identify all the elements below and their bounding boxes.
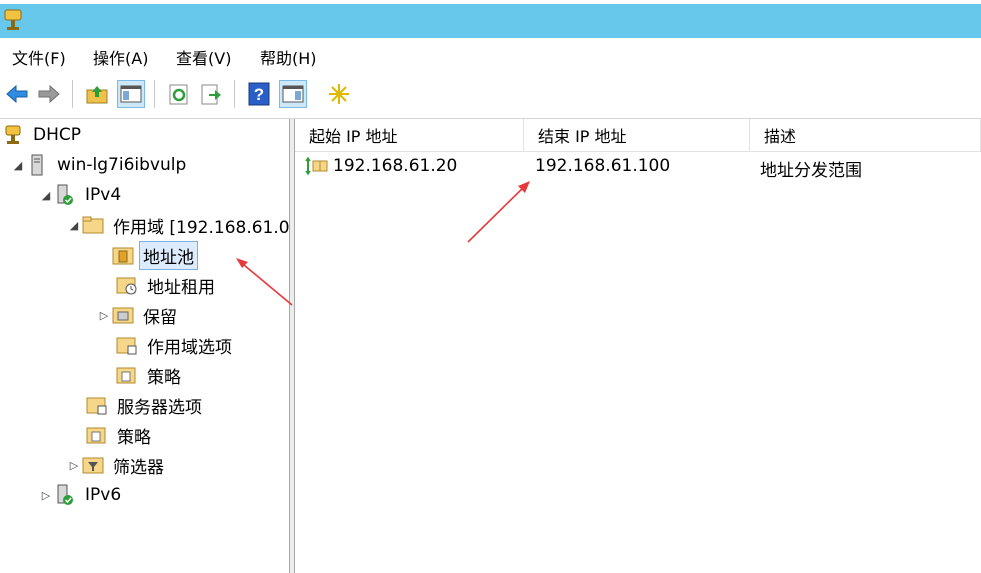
column-header-start-ip[interactable]: 起始 IP 地址 [295,119,524,152]
tree-item-server-options[interactable]: 服务器选项 [86,391,205,419]
tree-item-policies[interactable]: 策略 [86,421,154,449]
show-action-pane-icon[interactable] [279,80,307,108]
help-icon[interactable]: ? [246,81,272,107]
back-icon[interactable] [4,81,30,107]
end-ip-cell: 192.168.61.100 [535,156,671,176]
tree-label: IPv4 [85,185,122,205]
tree-label: 筛选器 [113,457,164,478]
column-header-end-ip[interactable]: 结束 IP 地址 [524,119,750,152]
ipv4-server-icon [54,184,76,206]
start-ip-cell: 192.168.61.20 [333,156,458,176]
dhcp-app-icon [2,8,24,32]
tree-item-dhcp[interactable]: DHCP [2,121,84,149]
tree-label: 策略 [117,427,151,448]
refresh-icon[interactable] [166,81,192,107]
tree-item-scope-options[interactable]: 作用域选项 [116,331,235,359]
address-leases-icon [116,274,138,296]
tree-item-scope-policies[interactable]: 策略 [116,361,184,389]
collapse-icon[interactable]: ◢ [66,219,82,232]
tree-item-address-leases[interactable]: 地址租用 [116,271,218,299]
table-row[interactable]: 192.168.61.20 [305,156,457,176]
tree-item-address-pool[interactable]: 地址池 [112,240,198,270]
policies-icon [86,424,108,446]
tree-label: 地址租用 [147,277,215,298]
collapse-icon[interactable]: ◢ [38,189,54,202]
show-tree-icon[interactable] [117,80,145,108]
column-header-description[interactable]: 描述 [750,119,981,152]
policies-icon [116,364,138,386]
tree-label: 策略 [147,367,181,388]
menu-file[interactable]: 文件(F) [12,45,66,69]
menu-action[interactable]: 操作(A) [93,45,148,69]
up-folder-icon[interactable] [84,81,110,107]
folder-icon [82,214,104,236]
expand-icon[interactable]: ▷ [66,459,82,472]
tree-item-filters[interactable]: ▷ 筛选器 [66,451,167,479]
tree-item-reservations[interactable]: ▷ 保留 [96,301,180,329]
expand-icon[interactable]: ▷ [38,489,54,502]
export-list-icon[interactable] [198,81,224,107]
toolbar-separator [154,80,155,108]
menu-help[interactable]: 帮助(H) [260,45,317,69]
tree-label: 作用域选项 [147,337,232,358]
result-list: 起始 IP 地址 结束 IP 地址 描述 192.168.61.20 192.1… [295,119,981,573]
tree-item-ipv4[interactable]: ◢ IPv4 [38,181,124,209]
scope-options-icon [116,334,138,356]
console-tree: DHCP ◢ win-lg7i6ibvulp ◢ IPv4 ◢ 作用域 [192… [0,119,289,573]
tree-item-server[interactable]: ◢ win-lg7i6ibvulp [10,151,189,179]
toolbar-separator [234,80,235,108]
reservations-icon [112,304,134,326]
tree-item-scope[interactable]: ◢ 作用域 [192.168.61.0 [66,211,289,239]
server-icon [26,154,48,176]
tree-label: 地址池 [139,240,198,270]
collapse-icon[interactable]: ◢ [10,159,26,172]
svg-text:?: ? [254,85,264,104]
menu-view[interactable]: 查看(V) [176,45,231,69]
star-icon[interactable] [326,81,352,107]
tree-label: IPv6 [85,485,122,505]
expand-icon[interactable]: ▷ [96,309,112,322]
menu-bar: 文件(F) 操作(A) 查看(V) 帮助(H) [0,38,981,73]
tree-item-ipv6[interactable]: ▷ IPv6 [38,481,124,509]
dhcp-icon [2,124,24,146]
server-options-icon [86,394,108,416]
description-cell: 地址分发范围 [760,161,862,181]
tree-label: win-lg7i6ibvulp [57,155,187,175]
tree-label: 作用域 [192.168.61.0 [113,217,289,238]
toolbar-separator [72,80,73,108]
ip-range-icon [305,156,329,176]
toolbar: ? [0,72,981,119]
title-bar [0,0,981,38]
tree-label: DHCP [33,125,81,145]
tree-label: 服务器选项 [117,397,202,418]
ipv6-server-icon [54,484,76,506]
forward-icon[interactable] [36,81,62,107]
filter-icon [82,454,104,476]
address-pool-icon [112,244,134,266]
tree-label: 保留 [143,307,177,328]
